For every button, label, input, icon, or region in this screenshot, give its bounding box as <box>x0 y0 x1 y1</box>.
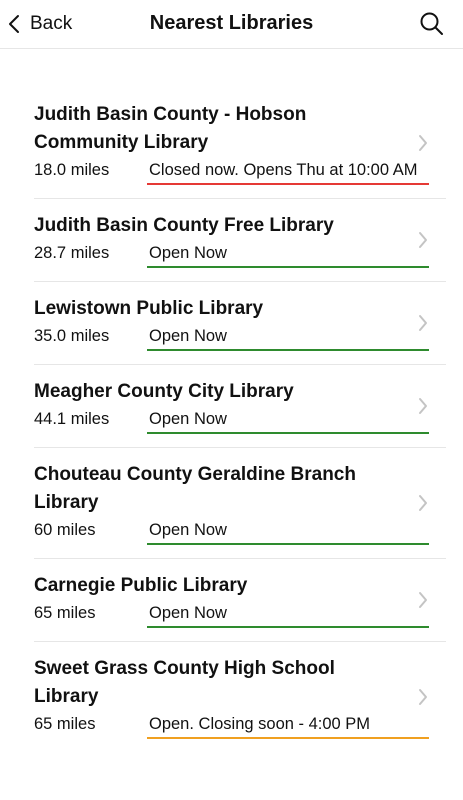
library-name: Judith Basin County Free Library <box>34 215 334 236</box>
library-meta: 35.0 miles Open Now <box>34 324 446 351</box>
library-status: Open Now <box>147 324 429 351</box>
library-row[interactable]: Lewistown Public Library 35.0 miles Open N… <box>34 282 446 365</box>
chevron-right-icon <box>418 231 428 249</box>
library-name: Lewistown Public Library <box>34 298 264 319</box>
library-meta: 65 miles Open. Closing soon - 4:00 PM <box>34 712 446 739</box>
chevron-right-icon <box>418 397 428 415</box>
library-meta: 28.7 miles Open Now <box>34 241 446 268</box>
library-status: Open Now <box>147 407 429 434</box>
search-button[interactable] <box>419 11 445 37</box>
chevron-right-icon <box>418 314 428 332</box>
library-status: Open Now <box>147 518 429 545</box>
library-distance: 60 miles <box>34 521 96 539</box>
library-meta: 65 miles Open Now <box>34 601 446 628</box>
chevron-right-icon <box>418 591 428 609</box>
library-meta: 18.0 miles Closed now. Opens Thu at 10:00… <box>34 158 446 185</box>
library-distance: 44.1 miles <box>34 410 110 428</box>
library-list: Judith Basin County - Hobson Community L… <box>34 88 446 752</box>
library-distance: 35.0 miles <box>34 327 110 345</box>
library-status: Closed now. Opens Thu at 10:00 AM <box>147 158 429 185</box>
library-distance: 18.0 miles <box>34 161 110 179</box>
library-name: Meagher County City Library <box>34 381 294 402</box>
library-row[interactable]: Meagher County City Library 44.1 miles Ope… <box>34 365 446 448</box>
library-meta: 44.1 miles Open Now <box>34 407 446 434</box>
library-status: Open Now <box>147 601 429 628</box>
library-distance: 65 miles <box>34 604 96 622</box>
library-row[interactable]: Judith Basin County Free Library 28.7 mil… <box>34 199 446 282</box>
library-name: Sweet Grass County High School Library <box>34 658 335 707</box>
library-row[interactable]: Chouteau County Geraldine Branch Library… <box>34 448 446 559</box>
library-name: Chouteau County Geraldine Branch Library <box>34 464 356 513</box>
chevron-right-icon <box>418 688 428 706</box>
chevron-right-icon <box>418 134 428 152</box>
chevron-right-icon <box>418 494 428 512</box>
library-status: Open Now <box>147 241 429 268</box>
navigation-bar: Back Nearest Libraries <box>0 0 463 49</box>
library-name: Carnegie Public Library <box>34 575 248 596</box>
library-row[interactable]: Carnegie Public Library 65 miles Open Now <box>34 559 446 642</box>
library-row[interactable]: Sweet Grass County High School Library 65… <box>34 642 446 752</box>
library-meta: 60 miles Open Now <box>34 518 446 545</box>
library-name: Judith Basin County - Hobson Community L… <box>34 104 307 153</box>
library-distance: 28.7 miles <box>34 244 110 262</box>
library-row[interactable]: Judith Basin County - Hobson Community L… <box>34 88 446 199</box>
library-status: Open. Closing soon - 4:00 PM <box>147 712 429 739</box>
library-distance: 65 miles <box>34 715 96 733</box>
page-title: Nearest Libraries <box>149 12 314 34</box>
search-icon <box>419 12 445 41</box>
